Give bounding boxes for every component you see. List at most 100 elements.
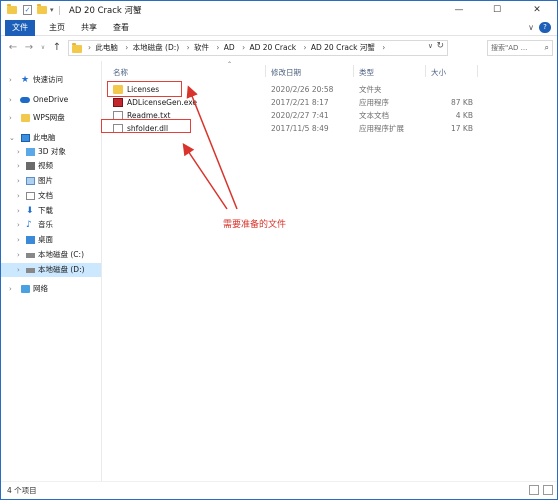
title-bar: ✓ ▾ AD 20 Crack 河蟹 — ☐ ✕ xyxy=(1,1,557,20)
breadcrumb-separator: › xyxy=(382,43,386,52)
wps-icon xyxy=(21,114,30,122)
breadcrumb-separator: › xyxy=(186,43,190,52)
file-date: 2017/11/5 8:49 xyxy=(271,124,329,133)
sidebar-item-downloads[interactable]: › ⬇ 下载 xyxy=(1,204,101,218)
file-name: ADLicenseGen.exe xyxy=(127,98,198,107)
computer-icon xyxy=(21,134,30,142)
desktop-icon xyxy=(26,236,35,244)
cube-icon xyxy=(26,148,35,156)
tab-view[interactable]: 查看 xyxy=(109,20,133,36)
tab-home[interactable]: 主页 xyxy=(45,20,69,36)
sidebar-item-onedrive[interactable]: › OneDrive xyxy=(1,93,101,107)
expand-icon[interactable]: › xyxy=(9,93,12,107)
ribbon-expand-button[interactable]: ∨ xyxy=(525,20,537,36)
breadcrumb: › 此电脑 › 本地磁盘 (D:) › 软件 › AD › AD 20 Crac… xyxy=(85,41,387,55)
column-header-date[interactable]: 修改日期 xyxy=(271,67,301,78)
expand-icon[interactable]: › xyxy=(9,73,12,87)
sidebar-item-music[interactable]: › ♪ 音乐 xyxy=(1,218,101,232)
large-icons-view-icon[interactable] xyxy=(543,485,553,495)
breadcrumb-ad-crack[interactable]: AD 20 Crack xyxy=(249,43,296,52)
refresh-button[interactable]: ↻ xyxy=(436,41,444,51)
details-view-icon[interactable] xyxy=(529,485,539,495)
breadcrumb-drive-d[interactable]: 本地磁盘 (D:) xyxy=(133,43,180,52)
sidebar-item-documents[interactable]: › 文档 xyxy=(1,189,101,203)
sidebar-item-3d-objects[interactable]: › 3D 对象 xyxy=(1,145,101,159)
breadcrumb-separator: › xyxy=(125,43,129,52)
explorer-window: ✓ ▾ AD 20 Crack 河蟹 — ☐ ✕ 文件 主页 共享 查看 ∨ ?… xyxy=(0,0,558,500)
video-icon xyxy=(26,162,35,170)
column-header-name[interactable]: 名称 xyxy=(113,67,128,78)
drive-icon xyxy=(26,253,35,258)
sidebar-item-label: 文档 xyxy=(38,191,53,200)
column-header-type[interactable]: 类型 xyxy=(359,67,374,78)
sidebar-item-wps[interactable]: › WPS网盘 xyxy=(1,111,101,125)
picture-icon xyxy=(26,177,35,185)
column-divider[interactable] xyxy=(425,65,426,77)
sidebar-item-label: 本地磁盘 (D:) xyxy=(38,265,85,274)
file-size: 4 KB xyxy=(455,111,473,120)
file-row[interactable]: ADLicenseGen.exe 2017/2/21 8:17 应用程序 87 … xyxy=(107,96,479,109)
expand-icon[interactable]: › xyxy=(17,159,20,173)
search-input[interactable]: 搜索"AD ... ⌕ xyxy=(487,40,553,56)
expand-icon[interactable]: › xyxy=(17,218,20,232)
expand-icon[interactable]: › xyxy=(9,111,12,125)
column-divider[interactable] xyxy=(477,65,478,77)
expand-icon[interactable]: › xyxy=(17,174,20,188)
sidebar-item-label: WPS网盘 xyxy=(33,113,65,122)
properties-icon[interactable]: ✓ xyxy=(23,5,33,15)
tab-file[interactable]: 文件 xyxy=(5,20,35,36)
search-icon: ⌕ xyxy=(544,43,549,52)
title-separator xyxy=(59,6,60,15)
address-dropdown-button[interactable]: ∨ xyxy=(428,42,433,50)
drive-icon xyxy=(26,268,35,273)
tab-share[interactable]: 共享 xyxy=(77,20,101,36)
expand-icon[interactable]: › xyxy=(9,282,12,296)
sidebar-item-label: 本地磁盘 (C:) xyxy=(38,250,84,259)
sidebar-item-quick-access[interactable]: › ★ 快速访问 xyxy=(1,73,101,87)
expand-icon[interactable]: › xyxy=(17,189,20,203)
new-folder-icon[interactable] xyxy=(37,4,47,15)
address-field[interactable]: › 此电脑 › 本地磁盘 (D:) › 软件 › AD › AD 20 Crac… xyxy=(68,40,448,56)
close-button[interactable]: ✕ xyxy=(523,1,551,20)
breadcrumb-ad[interactable]: AD xyxy=(224,43,235,52)
column-divider[interactable] xyxy=(265,65,266,77)
column-header-size[interactable]: 大小 xyxy=(431,67,446,78)
sidebar-item-label: 音乐 xyxy=(38,220,53,229)
file-type: 应用程序扩展 xyxy=(359,124,404,133)
breadcrumb-separator: › xyxy=(242,43,246,52)
breadcrumb-current[interactable]: AD 20 Crack 河蟹 xyxy=(311,43,375,52)
expand-icon[interactable]: › xyxy=(17,233,20,247)
sidebar-item-videos[interactable]: › 视频 xyxy=(1,159,101,173)
search-placeholder: 搜索"AD ... xyxy=(491,44,528,52)
help-button[interactable]: ? xyxy=(539,22,551,33)
expand-icon[interactable]: › xyxy=(17,248,20,262)
collapse-icon[interactable]: ⌄ xyxy=(9,131,15,145)
highlight-box-shfolder xyxy=(101,119,191,133)
recent-locations-button[interactable]: ∨ xyxy=(37,42,49,54)
sidebar-item-drive-d[interactable]: › 本地磁盘 (D:) xyxy=(1,263,101,277)
sidebar-item-desktop[interactable]: › 桌面 xyxy=(1,233,101,247)
document-icon xyxy=(26,192,35,200)
sidebar-item-pictures[interactable]: › 图片 xyxy=(1,174,101,188)
application-icon xyxy=(113,98,123,107)
up-button[interactable]: ↑ xyxy=(51,42,63,54)
back-button[interactable]: ← xyxy=(7,42,19,54)
expand-icon[interactable]: › xyxy=(17,204,20,218)
sidebar-item-label: 下载 xyxy=(38,206,53,215)
forward-button[interactable]: → xyxy=(23,42,35,54)
breadcrumb-software[interactable]: 软件 xyxy=(194,43,209,52)
expand-icon[interactable]: › xyxy=(17,263,20,277)
sidebar-item-network[interactable]: › 网络 xyxy=(1,282,101,296)
status-bar: 4 个项目 xyxy=(1,481,557,499)
expand-icon[interactable]: › xyxy=(17,145,20,159)
address-bar: ← → ∨ ↑ › 此电脑 › 本地磁盘 (D:) › 软件 › AD › AD… xyxy=(1,37,557,59)
maximize-button[interactable]: ☐ xyxy=(483,1,511,20)
sidebar-item-this-pc[interactable]: ⌄ 此电脑 xyxy=(1,131,101,145)
sidebar-item-drive-c[interactable]: › 本地磁盘 (C:) xyxy=(1,248,101,262)
breadcrumb-this-pc[interactable]: 此电脑 xyxy=(95,43,118,52)
breadcrumb-separator: › xyxy=(216,43,220,52)
file-size: 17 KB xyxy=(451,124,473,133)
file-type: 应用程序 xyxy=(359,98,389,107)
minimize-button[interactable]: — xyxy=(445,1,473,20)
column-divider[interactable] xyxy=(353,65,354,77)
